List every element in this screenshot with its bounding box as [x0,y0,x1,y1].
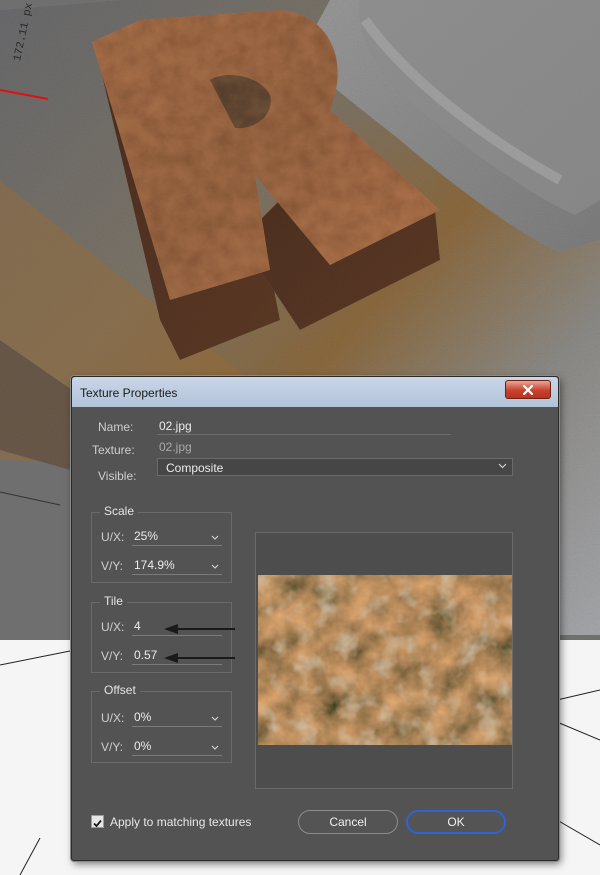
texture-value: 02.jpg [159,440,192,454]
apply-matching-label[interactable]: Apply to matching textures [110,815,251,829]
chevron-down-icon[interactable] [211,564,219,569]
chevron-down-icon [498,463,507,469]
dialog-titlebar[interactable]: Texture Properties [72,377,558,407]
tile-group: Tile U/X: 4 V/Y: 0.57 [91,594,235,673]
visible-label: Visible: [98,469,137,483]
chevron-down-icon[interactable] [211,716,219,721]
visible-select-value: Composite [166,461,224,475]
visible-select[interactable]: Composite [157,458,513,476]
offset-vy-label: V/Y: [101,740,124,754]
texture-label: Texture: [92,443,135,457]
offset-ux-label: U/X: [101,711,125,725]
scale-ux-underline [132,545,222,546]
scale-ux-label: U/X: [101,530,125,544]
name-label: Name: [98,420,134,434]
offset-ux-underline [132,726,222,727]
offset-vy-underline [132,755,222,756]
tile-vy-input[interactable]: 0.57 [134,648,157,662]
scale-vy-input[interactable]: 174.9% [134,558,175,572]
name-input-underline [157,434,451,435]
offset-vy-input[interactable]: 0% [134,739,151,753]
close-button[interactable] [505,380,551,399]
scale-group: Scale U/X: 25% V/Y: 174.9% [91,504,232,583]
chevron-down-icon[interactable] [211,535,219,540]
texture-preview-image [258,575,512,745]
cancel-button[interactable]: Cancel [298,810,398,834]
tile-group-title: Tile [100,594,127,608]
offset-group-title: Offset [100,683,140,697]
tile-vy-label: V/Y: [101,649,124,663]
texture-properties-dialog: Texture Properties Name: 02.jpg Texture:… [71,376,559,861]
scale-vy-underline [132,574,222,575]
texture-preview-panel [255,532,513,789]
tile-ux-label: U/X: [101,620,125,634]
offset-group: Offset U/X: 0% V/Y: 0% [91,683,232,763]
dialog-title: Texture Properties [80,386,178,400]
arrow-annotation-icon [164,624,235,663]
tile-ux-input[interactable]: 4 [134,619,141,633]
ok-button[interactable]: OK [406,810,506,834]
dialog-body: Name: 02.jpg Texture: 02.jpg Visible: Co… [78,407,550,853]
name-input[interactable]: 02.jpg [159,419,192,433]
chevron-down-icon[interactable] [211,745,219,750]
scale-ux-input[interactable]: 25% [134,529,158,543]
scale-group-title: Scale [100,504,139,518]
apply-matching-checkbox[interactable] [91,815,104,828]
offset-ux-input[interactable]: 0% [134,710,151,724]
checkmark-icon [93,819,102,828]
scale-vy-label: V/Y: [101,559,124,573]
close-icon [523,384,533,395]
